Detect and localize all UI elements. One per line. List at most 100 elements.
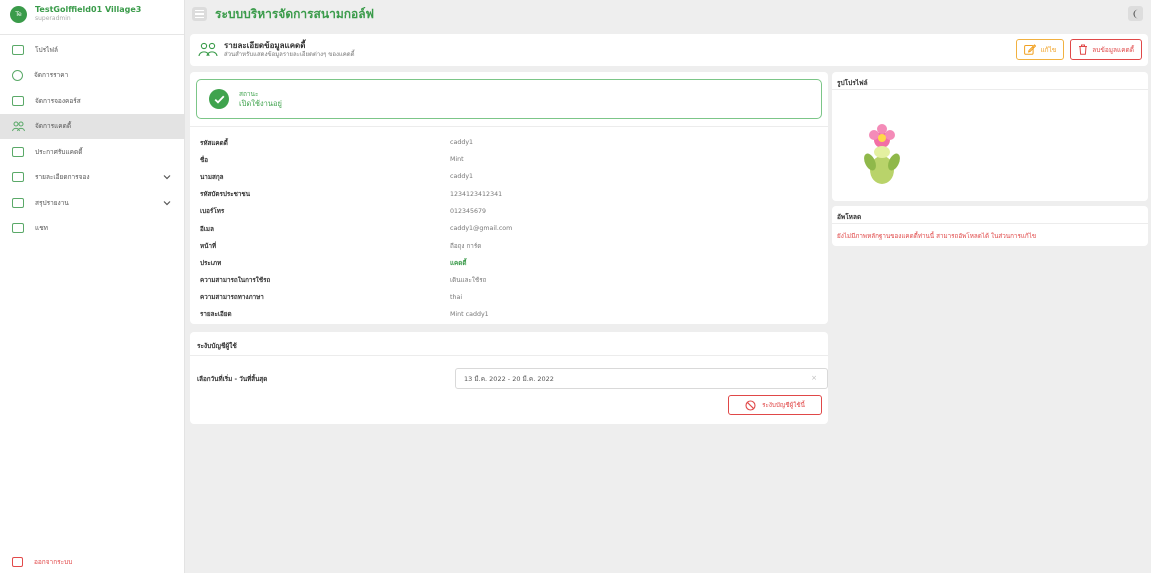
- sidebar-item-label: รายละเอียดการจอง: [35, 173, 90, 182]
- detail-value: caddy1@gmail.com: [450, 225, 513, 233]
- detail-row-description: รายละเอียด Mint caddy1: [200, 306, 820, 323]
- suspend-account-card: ระงับบัญชีผู้ใช้ เลือกวันที่เริ่ม - วันท…: [190, 332, 828, 424]
- detail-label: ความสามารถในการใช้รถ: [200, 277, 271, 285]
- edit-button-label: แก้ไข: [1040, 45, 1057, 54]
- detail-row-duty: หน้าที่ ถือถุง การ์ด: [200, 237, 820, 254]
- detail-value: Mint caddy1: [450, 310, 489, 318]
- sidebar-header: Te TestGolffield01 Village3 superadmin: [0, 0, 184, 28]
- date-range-input[interactable]: 13 มี.ค. 2022 - 20 มี.ค. 2022 ×: [455, 368, 828, 389]
- card-title: อัพโหลด: [832, 206, 1148, 224]
- sidebar: Te TestGolffield01 Village3 superadmin โ…: [0, 0, 185, 573]
- attachments-card: อัพโหลด ยังไม่มีภาพหลักฐานของแคดดี้ท่านน…: [832, 206, 1148, 246]
- suspend-button-label: ระงับบัญชีผู้ใช้นี้: [762, 402, 805, 409]
- detail-label: ชื่อ: [200, 156, 209, 164]
- id-card-icon: [12, 44, 24, 55]
- menu-icon[interactable]: [192, 7, 207, 21]
- theme-toggle-button[interactable]: [1128, 6, 1143, 21]
- logout-button[interactable]: ออกจากระบบ: [12, 557, 72, 567]
- clear-icon[interactable]: ×: [811, 374, 817, 382]
- detail-list: รหัสแคดดี้ caddy1 ชื่อ Mint นามสกุล caddy1 …: [200, 134, 820, 323]
- suspend-account-button[interactable]: ระงับบัญชีผู้ใช้นี้: [728, 395, 822, 415]
- sidebar-item-course-booking[interactable]: จัดการจองคอร์ส: [0, 88, 184, 114]
- detail-value: 1234123412341: [450, 190, 503, 198]
- check-circle-icon: [209, 89, 229, 109]
- ban-icon: [745, 399, 756, 411]
- detail-label: หน้าที่: [200, 242, 217, 250]
- profile-picture: [864, 124, 900, 184]
- status-box: สถานะ เปิดใช้งานอยู่: [196, 79, 822, 119]
- page-title: รายละเอียดข้อมูลแคดดี้: [224, 41, 306, 50]
- chart-icon: [12, 95, 24, 106]
- chat-icon: [12, 223, 24, 234]
- moon-icon: [1133, 9, 1138, 18]
- sidebar-item-label: จัดการแคดดี้: [35, 122, 72, 131]
- sidebar-item-caddies[interactable]: จัดการแคดดี้: [0, 113, 184, 139]
- profile-picture-card: รูปโปรไฟล์: [832, 72, 1148, 201]
- sidebar-item-label: ประกาศรับแคดดี้: [35, 147, 83, 156]
- coin-icon: [12, 69, 23, 81]
- detail-label: นามสกุล: [200, 173, 224, 181]
- delete-button-label: ลบข้อมูลแคดดี้: [1092, 45, 1134, 54]
- chevron-down-icon[interactable]: [162, 172, 172, 182]
- page-header: รายละเอียดข้อมูลแคดดี้ ส่วนสำหรับแสดงข้อ…: [190, 34, 1148, 66]
- date-range-label: เลือกวันที่เริ่ม - วันที่สิ้นสุด: [197, 375, 268, 383]
- report-icon: [12, 197, 24, 208]
- detail-value: thai: [450, 293, 463, 301]
- detail-row-caddy-id: รหัสแคดดี้ caddy1: [200, 134, 820, 151]
- detail-value: Mint: [450, 156, 464, 164]
- megaphone-icon: [12, 146, 24, 157]
- topbar: ระบบบริหารจัดการสนามกอล์ฟ: [186, 0, 1151, 28]
- account-role: superadmin: [35, 15, 71, 22]
- detail-value: ถือถุง การ์ด: [450, 242, 482, 250]
- sidebar-item-pricing[interactable]: จัดการราคา: [0, 63, 184, 89]
- caddy-detail-card: สถานะ เปิดใช้งานอยู่ รหัสแคดดี้ caddy1 ชื…: [190, 72, 828, 324]
- sidebar-item-booking-details[interactable]: รายละเอียดการจอง: [0, 165, 184, 191]
- sidebar-item-caddy-announcement[interactable]: ประกาศรับแคดดี้: [0, 139, 184, 165]
- detail-value: 012345679: [450, 207, 487, 215]
- users-icon: [12, 121, 25, 131]
- divider: [190, 126, 828, 127]
- account-name: TestGolffield01 Village3: [35, 5, 142, 14]
- detail-label: เบอร์โทร: [200, 208, 225, 216]
- sidebar-item-profile[interactable]: โปรไฟล์: [0, 37, 184, 63]
- edit-button[interactable]: แก้ไข: [1016, 39, 1065, 60]
- date-range-value: 13 มี.ค. 2022 - 20 มี.ค. 2022: [464, 374, 554, 383]
- page-actions: แก้ไข ลบข้อมูลแคดดี้: [1016, 39, 1142, 60]
- detail-row-phone: เบอร์โทร 012345679: [200, 203, 820, 220]
- detail-label: ประเภท: [200, 259, 222, 267]
- delete-caddy-button[interactable]: ลบข้อมูลแคดดี้: [1070, 39, 1142, 60]
- detail-label: รายละเอียด: [200, 311, 232, 319]
- detail-value: caddy1: [450, 139, 474, 147]
- sidebar-divider: [0, 34, 184, 35]
- detail-row-cart-ability: ความสามารถในการใช้รถ เดินและใช้รถ: [200, 272, 820, 289]
- avatar[interactable]: Te: [10, 5, 27, 23]
- detail-row-national-id: รหัสบัตรประชาชน 1234123412341: [200, 186, 820, 203]
- card-title: ระงับบัญชีผู้ใช้: [190, 332, 828, 356]
- detail-row-email: อีเมล caddy1@gmail.com: [200, 220, 820, 237]
- sidebar-item-label: แชท: [35, 224, 48, 233]
- detail-label: รหัสแคดดี้: [200, 139, 228, 147]
- logout-label: ออกจากระบบ: [34, 558, 73, 566]
- detail-label: ความสามารถทางภาษา: [200, 294, 264, 302]
- sidebar-item-chat[interactable]: แชท: [0, 216, 184, 242]
- sidebar-item-label: จัดการราคา: [34, 71, 69, 80]
- detail-value: เดินและใช้รถ: [450, 277, 487, 285]
- page-subtitle: ส่วนสำหรับแสดงข้อมูลรายละเอียดต่างๆ ของแ…: [224, 51, 355, 58]
- detail-row-first-name: ชื่อ Mint: [200, 151, 820, 168]
- detail-label: รหัสบัตรประชาชน: [200, 191, 250, 199]
- app-title: ระบบบริหารจัดการสนามกอล์ฟ: [215, 6, 375, 21]
- logout-icon: [12, 557, 23, 567]
- users-icon: [198, 42, 218, 57]
- attachments-empty-message: ยังไม่มีภาพหลักฐานของแคดดี้ท่านนี้ สามาร…: [837, 233, 1037, 240]
- sidebar-item-reports[interactable]: สรุปรายงาน: [0, 190, 184, 216]
- detail-row-language: ความสามารถทางภาษา thai: [200, 289, 820, 306]
- detail-value: caddy1: [450, 173, 474, 181]
- status-title: สถานะ: [239, 89, 259, 98]
- list-icon: [12, 172, 24, 183]
- trash-icon: [1079, 44, 1088, 55]
- chevron-down-icon[interactable]: [162, 198, 172, 208]
- card-title: รูปโปรไฟล์: [832, 72, 1148, 90]
- detail-row-type: ประเภท แคดดี้: [200, 254, 820, 271]
- detail-row-last-name: นามสกุล caddy1: [200, 168, 820, 185]
- date-range-row: เลือกวันที่เริ่ม - วันที่สิ้นสุด 13 มี.ค…: [197, 368, 828, 389]
